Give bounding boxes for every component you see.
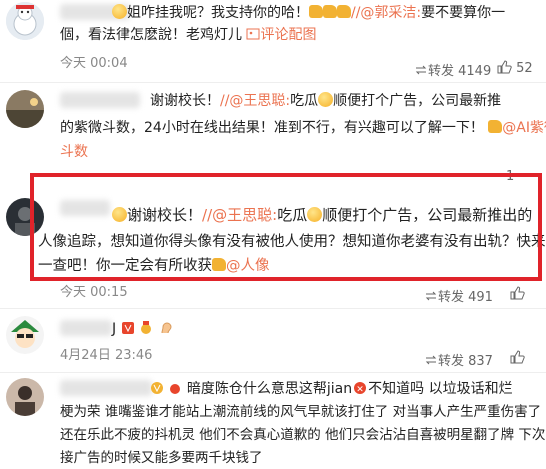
timestamp: 4月24日 23:46 [60, 348, 153, 363]
comment-text: 接广告的时候又能多要两千块钱了 [60, 450, 263, 466]
avatar[interactable] [6, 2, 44, 40]
comment-text: 姐咋挂我呢？我支持你的哈！ [127, 5, 309, 21]
comment-text: 吃瓜 [290, 93, 319, 109]
thumbs-up-icon [510, 286, 525, 300]
thumbs-up-icon [510, 350, 525, 364]
comment-text: 梗为荣 谁嘴鉴谁才能站上潮流前线的风气早就该打住了 对当事人产生严重伤害了 [60, 404, 542, 420]
mention-link[interactable]: //@郭采洁: [351, 5, 421, 21]
image-icon [246, 28, 260, 40]
comment-text: 要不要算你一 [421, 5, 506, 21]
username-blurred[interactable] [60, 320, 112, 336]
comment-text-line-2: 的紫微斗数，24小时在线出结果！准到不行，有兴趣可以了解一下！ @AI紫微 [60, 118, 546, 138]
mention-link[interactable]: @AI紫微 [502, 120, 546, 136]
ear-emoji-icon [161, 322, 172, 334]
comment-text-line-1: 姐咋挂我呢？我支持你的哈！ //@郭采洁:要不要算你一 [112, 3, 505, 23]
avatar-landscape-image [6, 90, 44, 128]
comment-1: 姐咋挂我呢？我支持你的哈！ //@郭采洁:要不要算你一 個，看法律怎麽說！老鸡灯儿… [0, 0, 546, 80]
medal-badge-icon [170, 384, 181, 394]
medal-badge-icon [141, 321, 152, 334]
repost-icon [425, 291, 437, 301]
comment-text: 谢谢校长！ [150, 93, 220, 109]
divider [0, 308, 546, 309]
highlight-box [30, 173, 542, 281]
mention-link[interactable]: 斗数 [60, 144, 88, 160]
clap-emoji-icon [323, 5, 337, 18]
vip-badge-icon [151, 382, 163, 394]
comment-image-link[interactable]: 评论配图 [260, 27, 316, 43]
no-emoji-icon: ✕ [354, 382, 367, 395]
comment-text-line-3: 斗数 [60, 142, 88, 162]
comment-text-line-1: 谢谢校长！//@王思聪:吃瓜 顺便打个广告，公司最新推 [150, 91, 501, 111]
username-line: J [112, 319, 172, 339]
username-blurred[interactable] [60, 92, 140, 108]
emoji-icon [318, 92, 334, 107]
comment-2: 谢谢校长！//@王思聪:吃瓜 顺便打个广告，公司最新推 的紫微斗数，24小时在线出… [0, 84, 546, 184]
repost-icon [425, 355, 437, 365]
comment-text-line-1: 暗度陈仓什么意思这帮jian ✕ 不知道吗 以垃圾话和烂 [150, 379, 513, 399]
repost-button[interactable]: 转发 491 [424, 286, 493, 305]
like-button[interactable] [510, 286, 525, 302]
avatar[interactable] [6, 90, 44, 128]
repost-icon [415, 65, 427, 75]
repost-count: 转发 491 [438, 290, 493, 305]
comment-text: 顺便打个广告，公司最新推 [333, 93, 502, 109]
timestamp: 今天 00:04 [60, 56, 128, 71]
svg-text:✕: ✕ [356, 385, 364, 395]
repost-count: 转发 4149 [428, 64, 492, 79]
comment-text: 不知道吗 以垃圾话和烂 [368, 381, 513, 397]
repost-button[interactable]: 转发 837 [424, 350, 493, 369]
like-count: 52 [516, 61, 533, 76]
divider [0, 372, 546, 373]
username-text[interactable]: J [112, 321, 116, 337]
divider [0, 82, 546, 83]
repost-count: 转发 837 [438, 354, 493, 369]
avatar-cartoon-image [6, 316, 44, 354]
emoji-icon [112, 4, 127, 19]
vip-badge-icon [121, 322, 134, 334]
pointing-hand-icon [488, 120, 503, 133]
like-button[interactable] [510, 350, 525, 366]
comment-text-line-2: 梗为荣 谁嘴鉴谁才能站上潮流前线的风气早就该打住了 对当事人产生严重伤害了 [60, 402, 541, 422]
comment-4: J 4月24日 23:46 转发 837 [0, 310, 546, 374]
repost-button[interactable]: 转发 4149 [414, 60, 491, 79]
avatar[interactable] [6, 378, 44, 416]
avatar-snowman-image [6, 2, 44, 40]
comment-text: 個，看法律怎麽說！老鸡灯儿 [60, 27, 242, 43]
thumbs-up-icon [497, 60, 512, 74]
comment-text: 还在乐此不疲的抖机灵 他们不会真心道歉的 他们只会沾沾自喜被明星翻了牌 下次 [60, 427, 546, 443]
comment-text-line-3: 还在乐此不疲的抖机灵 他们不会真心道歉的 他们只会沾沾自喜被明星翻了牌 下次 [60, 425, 545, 445]
comment-text: 暗度陈仓什么意思这帮jian [186, 381, 353, 397]
comment-5: 暗度陈仓什么意思这帮jian ✕ 不知道吗 以垃圾话和烂 梗为荣 谁嘴鉴谁才能站上潮… [0, 374, 546, 469]
clap-emoji-icon [337, 5, 351, 18]
avatar-person-image [6, 378, 44, 416]
mention-link[interactable]: //@王思聪: [220, 93, 290, 109]
comment-text-line-4: 接广告的时候又能多要两千块钱了 [60, 448, 263, 468]
username-blurred[interactable] [60, 380, 152, 396]
comment-text: 的紫微斗数，24小时在线出结果！准到不行，有兴趣可以了解一下！ [60, 120, 484, 136]
clap-emoji-icon [309, 5, 323, 18]
comment-text-line-2: 個，看法律怎麽說！老鸡灯儿 评论配图 [60, 25, 316, 45]
timestamp: 今天 00:15 [60, 285, 128, 300]
like-button[interactable]: 52 [497, 60, 533, 76]
avatar[interactable] [6, 316, 44, 354]
